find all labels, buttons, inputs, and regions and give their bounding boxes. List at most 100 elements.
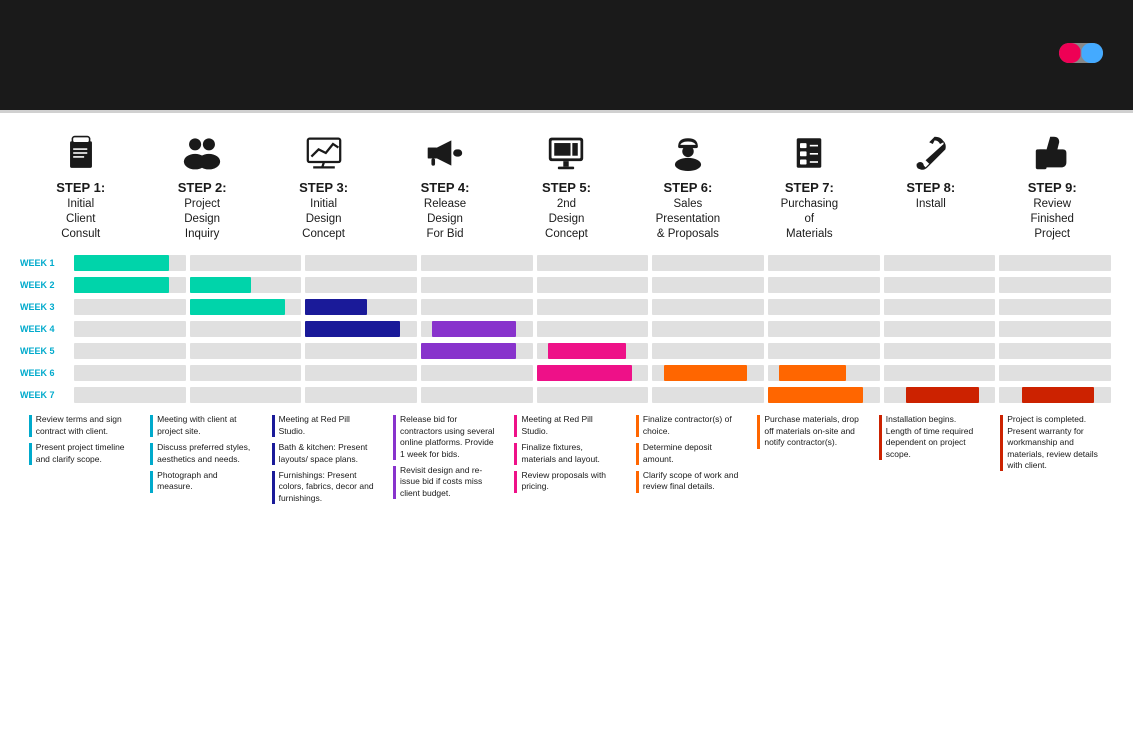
step-number-7: STEP 7:: [785, 181, 834, 195]
step-title-6: Sales Presentation & Proposals: [656, 197, 721, 242]
gantt-cell-r3-c2: [190, 299, 302, 315]
note-col-6: Finalize contractor(s) of choice. Determi…: [633, 414, 743, 734]
gantt-cell-r1-c9: [999, 255, 1111, 271]
notes-section: Review terms and sign contract with clie…: [20, 414, 1113, 734]
note-text-3-3: Furnishings: Present colors, fabrics, de…: [279, 470, 376, 504]
gantt-cell-r2-c6: [652, 277, 764, 293]
gantt-cell-r6-c9: [999, 365, 1111, 381]
note-text-2-1: Meeting with client at project site.: [157, 414, 254, 437]
gantt-bar-r6-c6: [664, 365, 748, 381]
gantt-cell-r1-c3: [305, 255, 417, 271]
note-text-5-1: Meeting at Red Pill Studio.: [521, 414, 618, 437]
note-bar-6-2: [636, 443, 639, 465]
gantt-cell-r1-c2: [190, 255, 302, 271]
week-label-3: WEEK 3: [20, 296, 72, 318]
step-icon-5: [547, 135, 585, 177]
note-bar-5-3: [514, 471, 517, 493]
gantt-cell-r7-c5: [537, 387, 649, 403]
note-text-8-1: Installation begins. Length of time requ…: [886, 414, 983, 460]
note-bar-9-1: [1000, 415, 1003, 471]
gantt-cell-r5-c3: [305, 343, 417, 359]
gantt-cell-r1-c6: [652, 255, 764, 271]
step-col-2: STEP 2:Project Design Inquiry: [147, 135, 257, 242]
step-col-7: STEP 7:Purchasing of Materials: [754, 135, 864, 242]
gantt-cell-r3-c3: [305, 299, 417, 315]
gantt-cell-r4-c1: [74, 321, 186, 337]
gantt-cell-r4-c6: [652, 321, 764, 337]
gantt-cell-r7-c9: [999, 387, 1111, 403]
note-bar-1-2: [29, 443, 32, 465]
note-col-3: Meeting at Red Pill Studio.Bath & kitche…: [269, 414, 379, 734]
gantt-cell-r5-c8: [884, 343, 996, 359]
gantt-bar-r6-c5: [537, 365, 632, 381]
gantt-cell-r3-c1: [74, 299, 186, 315]
gantt-bar-r4-c4: [432, 321, 516, 337]
note-bar-3-3: [272, 471, 275, 504]
note-text-1-1: Review terms and sign contract with clie…: [36, 414, 133, 437]
gantt-cell-r7-c8: [884, 387, 996, 403]
pill-icon: [1059, 43, 1103, 63]
gantt-cell-r6-c6: [652, 365, 764, 381]
gantt-cell-r3-c9: [999, 299, 1111, 315]
step-icon-2: [183, 135, 221, 177]
note-bar-2-2: [150, 443, 153, 465]
note-item-6-2: Determine deposit amount.: [636, 442, 740, 465]
step-title-5: 2nd Design Concept: [545, 197, 588, 242]
gantt-cell-r1-c5: [537, 255, 649, 271]
note-text-4-2: Revisit design and re-issue bid if costs…: [400, 465, 497, 499]
header: [0, 0, 1133, 110]
note-bar-2-1: [150, 415, 153, 437]
gantt-cell-r6-c7: [768, 365, 880, 381]
note-item-8-1: Installation begins. Length of time requ…: [879, 414, 983, 460]
step-icon-3: [306, 135, 342, 177]
note-col-7: Purchase materials, drop off materials o…: [754, 414, 864, 734]
gantt-cell-r5-c6: [652, 343, 764, 359]
step-icon-1: [63, 135, 99, 177]
note-text-2-2: Discuss preferred styles, aesthetics and…: [157, 442, 254, 465]
step-number-9: STEP 9:: [1028, 181, 1077, 195]
gantt-cell-r2-c2: [190, 277, 302, 293]
note-item-2-2: Discuss preferred styles, aesthetics and…: [150, 442, 254, 465]
step-col-9: STEP 9: Review Finished Project: [997, 135, 1107, 242]
gantt-bar-r7-c8: [906, 387, 979, 403]
gantt-cell-r1-c1: [74, 255, 186, 271]
note-bar-5-2: [514, 443, 517, 465]
step-number-2: STEP 2:: [178, 181, 227, 195]
note-bar-1-1: [29, 415, 32, 437]
note-text-6-1: Finalize contractor(s) of choice.: [643, 414, 740, 437]
gantt-row-1: [72, 252, 1113, 274]
step-title-3: Initial Design Concept: [302, 197, 345, 242]
gantt-cell-r7-c1: [74, 387, 186, 403]
gantt-cell-r1-c8: [884, 255, 996, 271]
gantt-bar-r6-c7: [779, 365, 846, 381]
note-bar-8-1: [879, 415, 882, 460]
gantt-cell-r5-c1: [74, 343, 186, 359]
gantt-cell-r5-c7: [768, 343, 880, 359]
note-text-2-3: Photograph and measure.: [157, 470, 254, 493]
gantt-bar-r1-c1: [74, 255, 169, 271]
note-item-5-2: Finalize fixtures, materials and layout.: [514, 442, 618, 465]
gantt-row-2: [72, 274, 1113, 296]
note-text-3-1: Meeting at Red Pill Studio.: [279, 414, 376, 437]
note-text-9-1: Project is completed. Present warranty f…: [1007, 414, 1104, 471]
gantt-cell-r2-c4: [421, 277, 533, 293]
week-label-2: WEEK 2: [20, 274, 72, 296]
note-col-8: Installation begins. Length of time requ…: [876, 414, 986, 734]
gantt-bar-r5-c5: [548, 343, 626, 359]
gantt-cell-r2-c3: [305, 277, 417, 293]
gantt-section: WEEK 1WEEK 2WEEK 3WEEK 4WEEK 5WEEK 6WEEK…: [20, 252, 1113, 406]
note-bar-4-1: [393, 415, 396, 460]
gantt-row-7: [72, 384, 1113, 406]
note-item-7-1: Purchase materials, drop off materials o…: [757, 414, 861, 448]
step-icon-9: [1034, 135, 1070, 177]
note-bar-3-1: [272, 415, 275, 437]
gantt-cell-r5-c2: [190, 343, 302, 359]
step-title-9: Review Finished Project: [1030, 197, 1073, 242]
gantt-bar-r2-c2: [190, 277, 251, 293]
note-col-9: Project is completed. Present warranty f…: [997, 414, 1107, 734]
note-text-7-1: Purchase materials, drop off materials o…: [764, 414, 861, 448]
note-item-5-3: Review proposals with pricing.: [514, 470, 618, 493]
gantt-cell-r6-c2: [190, 365, 302, 381]
step-title-4: Release Design For Bid: [424, 197, 466, 242]
gantt-cell-r5-c4: [421, 343, 533, 359]
